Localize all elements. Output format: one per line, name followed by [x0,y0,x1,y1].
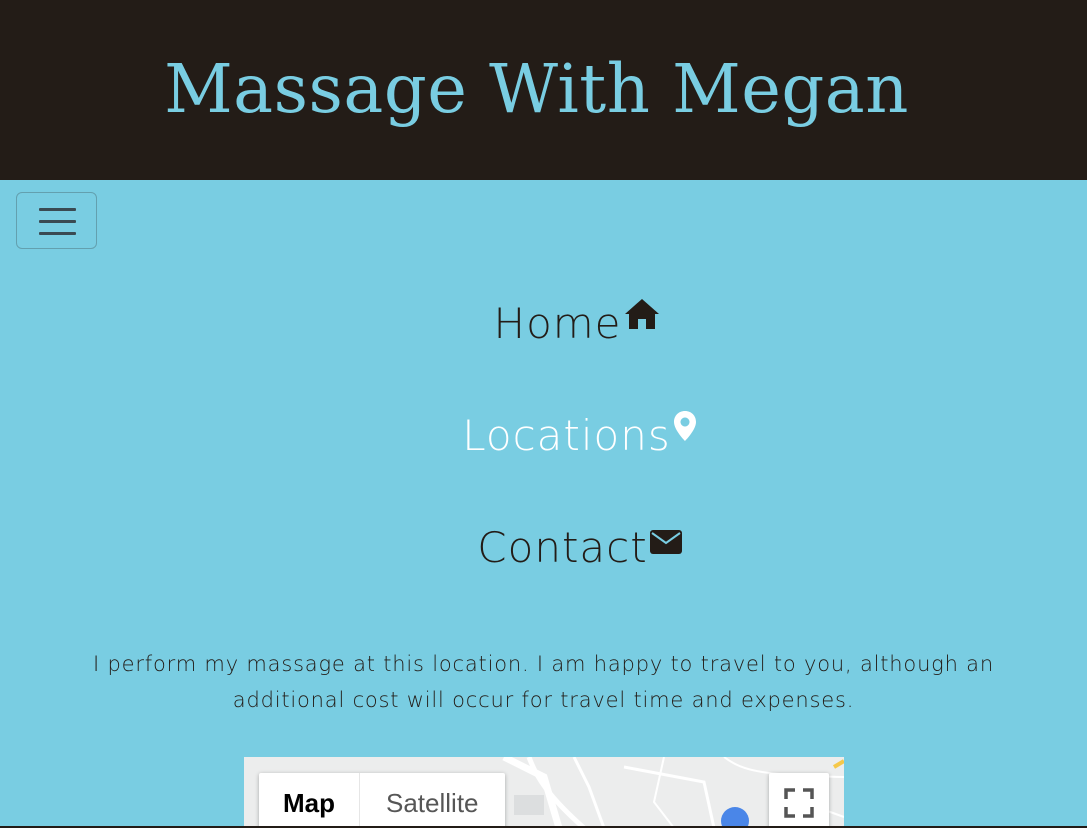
location-map[interactable]: Map Satellite [244,757,844,828]
nav-link-contact[interactable]: Contact [36,514,1087,574]
map-type-satellite-button[interactable]: Satellite [360,773,505,828]
nav-link-locations[interactable]: Locations [36,402,1087,462]
fullscreen-icon [784,788,814,818]
map-type-map-button[interactable]: Map [259,773,360,828]
map-type-control: Map Satellite [259,773,505,828]
hamburger-menu-icon [39,220,76,223]
intro-paragraph: I perform my massage at this location. I… [93,652,994,712]
home-icon [624,290,660,342]
hamburger-menu-icon [39,208,76,211]
site-header: Massage With Megan [0,0,1087,180]
hamburger-menu-icon [39,232,76,235]
nav-link-home[interactable]: Home [33,290,1087,350]
site-title: Massage With Megan [164,50,909,128]
navbar-toggle-button[interactable] [16,192,97,249]
nav-link-label: Home [493,299,622,348]
envelope-icon [649,514,682,566]
nav-link-label: Locations [462,411,671,460]
map-fullscreen-button[interactable] [769,773,829,828]
nav-link-label: Contact [477,523,648,572]
map-pin-icon [673,402,697,454]
